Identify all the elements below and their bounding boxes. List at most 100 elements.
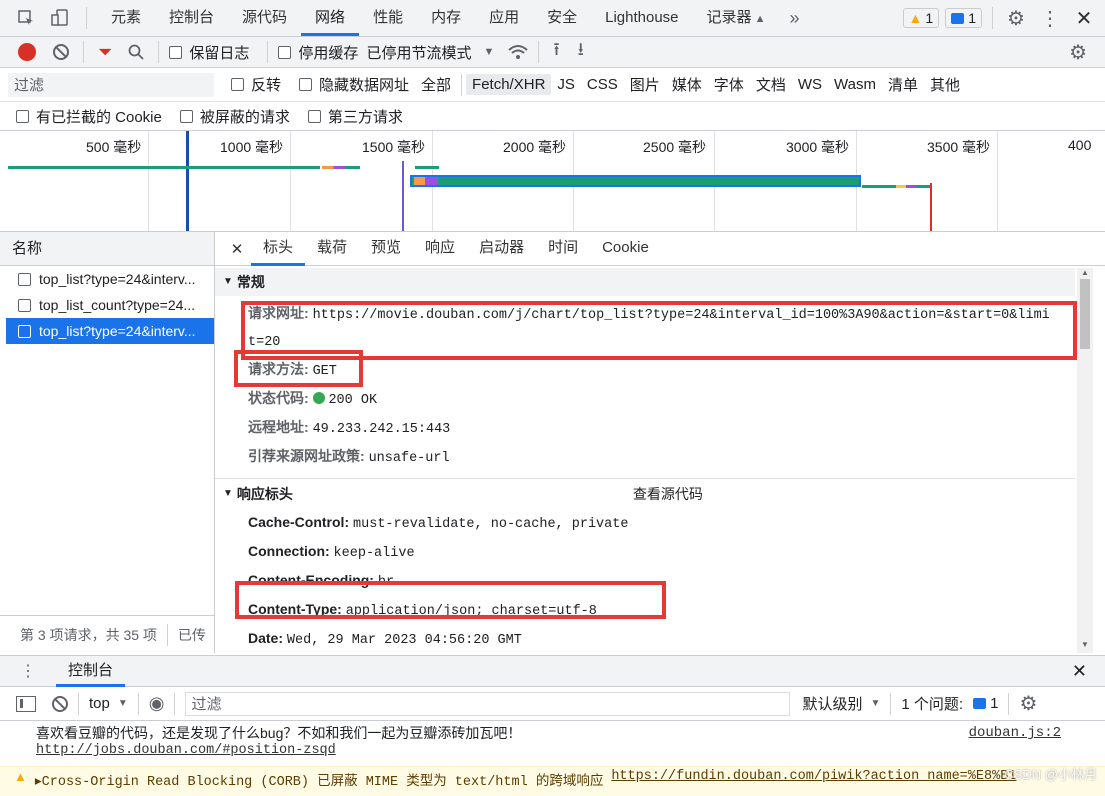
waterfall-bar bbox=[862, 185, 930, 188]
filter-icon[interactable]: ⏷ bbox=[98, 42, 112, 63]
console-filter-input[interactable]: 过滤 bbox=[185, 692, 790, 716]
filter-type-10[interactable]: 清单 bbox=[882, 72, 924, 97]
timeline-tick-label: 3000 毫秒 bbox=[786, 137, 849, 157]
issues-button[interactable]: 1 个问题:1 bbox=[901, 693, 998, 714]
tab-console[interactable]: 控制台 bbox=[56, 656, 125, 687]
filter-type-6[interactable]: 字体 bbox=[708, 72, 750, 97]
request-list: 名称 top_list?type=24&interv...top_list_co… bbox=[0, 232, 215, 653]
request-url-continuation[interactable]: t=20 bbox=[215, 329, 1075, 356]
filter-type-5[interactable]: 媒体 bbox=[666, 72, 708, 97]
remote-address-row: 远程地址: 49.233.242.15:443 bbox=[215, 414, 1075, 443]
tab-4[interactable]: 性能 bbox=[359, 0, 417, 36]
import-har-icon[interactable]: ⭱ bbox=[553, 37, 559, 67]
request-type-icon bbox=[18, 325, 31, 338]
tab-0[interactable]: 元素 bbox=[97, 0, 155, 36]
domcontentloaded-marker bbox=[186, 131, 189, 231]
more-tabs-button[interactable]: » bbox=[790, 8, 800, 29]
tab-5[interactable]: 内存 bbox=[417, 0, 475, 36]
live-expression-eye-icon[interactable]: ◉ bbox=[149, 693, 165, 714]
timeline-tick-label: 1500 毫秒 bbox=[362, 137, 425, 157]
tab-8[interactable]: Lighthouse bbox=[591, 0, 692, 36]
third-party-checkbox[interactable]: 第三方请求 bbox=[308, 106, 403, 127]
response-header-row: Content-Encoding: br bbox=[215, 567, 1075, 596]
filter-type-1[interactable]: Fetch/XHR bbox=[466, 74, 551, 95]
waterfall-bar bbox=[322, 166, 360, 169]
devtools-tabbar: 元素控制台源代码网络性能内存应用安全Lighthouse记录器 ▲ » ▲1 1… bbox=[0, 0, 1105, 37]
filter-type-0[interactable]: 全部 bbox=[415, 72, 457, 97]
close-drawer-icon[interactable]: ✕ bbox=[1072, 661, 1087, 682]
close-detail-icon[interactable]: ✕ bbox=[227, 240, 247, 258]
detail-tab-3[interactable]: 响应 bbox=[413, 232, 467, 266]
sidebar-toggle-icon[interactable] bbox=[16, 696, 36, 712]
chevron-down-icon: ▼ bbox=[483, 46, 494, 58]
wifi-conditions-icon[interactable] bbox=[508, 44, 528, 60]
console-settings-icon[interactable]: ⚙ bbox=[1019, 691, 1037, 716]
detail-tab-6[interactable]: Cookie bbox=[590, 232, 661, 266]
record-icon[interactable] bbox=[18, 43, 36, 61]
console-message: 喜欢看豆瓣的代码，还是发现了什么bug？不如和我们一起为豆瓣添砖加瓦吧！ dou… bbox=[36, 724, 1061, 760]
filter-type-9[interactable]: Wasm bbox=[828, 74, 882, 95]
blocked-cookies-checkbox[interactable]: 有已拦截的 Cookie bbox=[16, 106, 162, 127]
request-row[interactable]: top_list_count?type=24... bbox=[6, 292, 214, 318]
filter-input[interactable]: 过滤 bbox=[8, 73, 214, 97]
hide-data-urls-checkbox[interactable]: 隐藏数据网址 bbox=[299, 74, 409, 95]
request-method-row: 请求方法: GET bbox=[215, 356, 1075, 385]
kebab-menu-icon[interactable]: ⋮ bbox=[1037, 6, 1063, 31]
filter-type-3[interactable]: CSS bbox=[581, 74, 624, 95]
timeline-tick-label: 400 bbox=[1068, 137, 1091, 153]
view-source-link[interactable]: 查看源代码 bbox=[633, 479, 703, 509]
drawer-menu-icon[interactable]: ⋮ bbox=[20, 661, 36, 681]
clear-icon[interactable] bbox=[53, 44, 69, 60]
scroll-down-icon[interactable]: ▼ bbox=[1077, 640, 1093, 649]
detail-scrollbar[interactable]: ▲ ▼ bbox=[1077, 268, 1093, 653]
message-link[interactable]: http://jobs.douban.com/#position-zsqd bbox=[36, 742, 1061, 760]
blocked-requests-checkbox[interactable]: 被屏蔽的请求 bbox=[180, 106, 290, 127]
filter-type-11[interactable]: 其他 bbox=[924, 72, 966, 97]
throttling-select[interactable]: 已停用节流模式 ▼ bbox=[366, 42, 494, 63]
scrollbar-thumb[interactable] bbox=[1080, 279, 1090, 349]
response-headers-section-header[interactable]: ▼响应标头 查看源代码 bbox=[215, 479, 1075, 509]
preserve-log-checkbox[interactable]: 保留日志 bbox=[169, 42, 249, 63]
disable-cache-checkbox[interactable]: 停用缓存 bbox=[278, 42, 358, 63]
close-devtools-icon[interactable]: ✕ bbox=[1071, 6, 1097, 31]
request-row[interactable]: top_list?type=24&interv... bbox=[6, 266, 214, 292]
warning-link[interactable]: https://fundin.douban.com/piwik?action_n… bbox=[611, 769, 1016, 784]
tab-6[interactable]: 应用 bbox=[475, 0, 533, 36]
general-section-header[interactable]: ▼常规 bbox=[215, 268, 1075, 296]
tab-9[interactable]: 记录器 ▲ bbox=[693, 0, 780, 36]
request-row[interactable]: top_list?type=24&interv... bbox=[6, 318, 214, 344]
context-select[interactable]: top▼ bbox=[89, 695, 128, 712]
tab-7[interactable]: 安全 bbox=[533, 0, 591, 36]
detail-tab-5[interactable]: 时间 bbox=[536, 232, 590, 266]
messages-badge[interactable]: 1 bbox=[945, 8, 982, 28]
search-icon[interactable] bbox=[128, 44, 144, 60]
inspect-icon[interactable] bbox=[12, 9, 40, 27]
settings-gear-icon[interactable]: ⚙ bbox=[1003, 6, 1029, 31]
filter-type-7[interactable]: 文档 bbox=[750, 72, 792, 97]
device-toolbar-icon[interactable] bbox=[46, 9, 74, 27]
network-settings-icon[interactable]: ⚙ bbox=[1069, 40, 1087, 65]
detail-tab-4[interactable]: 启动器 bbox=[467, 232, 536, 266]
tab-1[interactable]: 控制台 bbox=[155, 0, 228, 36]
detail-tabbar: ✕ 标头载荷预览响应启动器时间Cookie bbox=[215, 232, 1105, 266]
tab-2[interactable]: 源代码 bbox=[228, 0, 301, 36]
watermark: CSDN @小林月 bbox=[1004, 764, 1097, 783]
timeline-overview[interactable]: 500 毫秒1000 毫秒1500 毫秒2000 毫秒2500 毫秒3000 毫… bbox=[0, 131, 1105, 232]
detail-tab-0[interactable]: 标头 bbox=[251, 232, 305, 266]
invert-checkbox[interactable]: 反转 bbox=[231, 74, 281, 95]
filter-type-4[interactable]: 图片 bbox=[624, 72, 666, 97]
log-level-select[interactable]: 默认级别▼ bbox=[802, 693, 880, 714]
detail-tab-1[interactable]: 载荷 bbox=[305, 232, 359, 266]
tab-3[interactable]: 网络 bbox=[301, 0, 359, 36]
detail-tab-2[interactable]: 预览 bbox=[359, 232, 413, 266]
export-har-icon[interactable]: ⭳ bbox=[578, 37, 584, 67]
message-source-link[interactable]: douban.js:2 bbox=[969, 724, 1061, 742]
warnings-badge[interactable]: ▲1 bbox=[903, 8, 940, 28]
scroll-up-icon[interactable]: ▲ bbox=[1077, 268, 1093, 277]
filter-type-2[interactable]: JS bbox=[551, 74, 581, 95]
request-type-icon bbox=[18, 273, 31, 286]
filter-type-8[interactable]: WS bbox=[792, 74, 828, 95]
request-url-row: 请求网址: https://movie.douban.com/j/chart/t… bbox=[215, 300, 1075, 329]
name-column-header[interactable]: 名称 bbox=[0, 232, 214, 266]
clear-console-icon[interactable] bbox=[52, 696, 68, 712]
